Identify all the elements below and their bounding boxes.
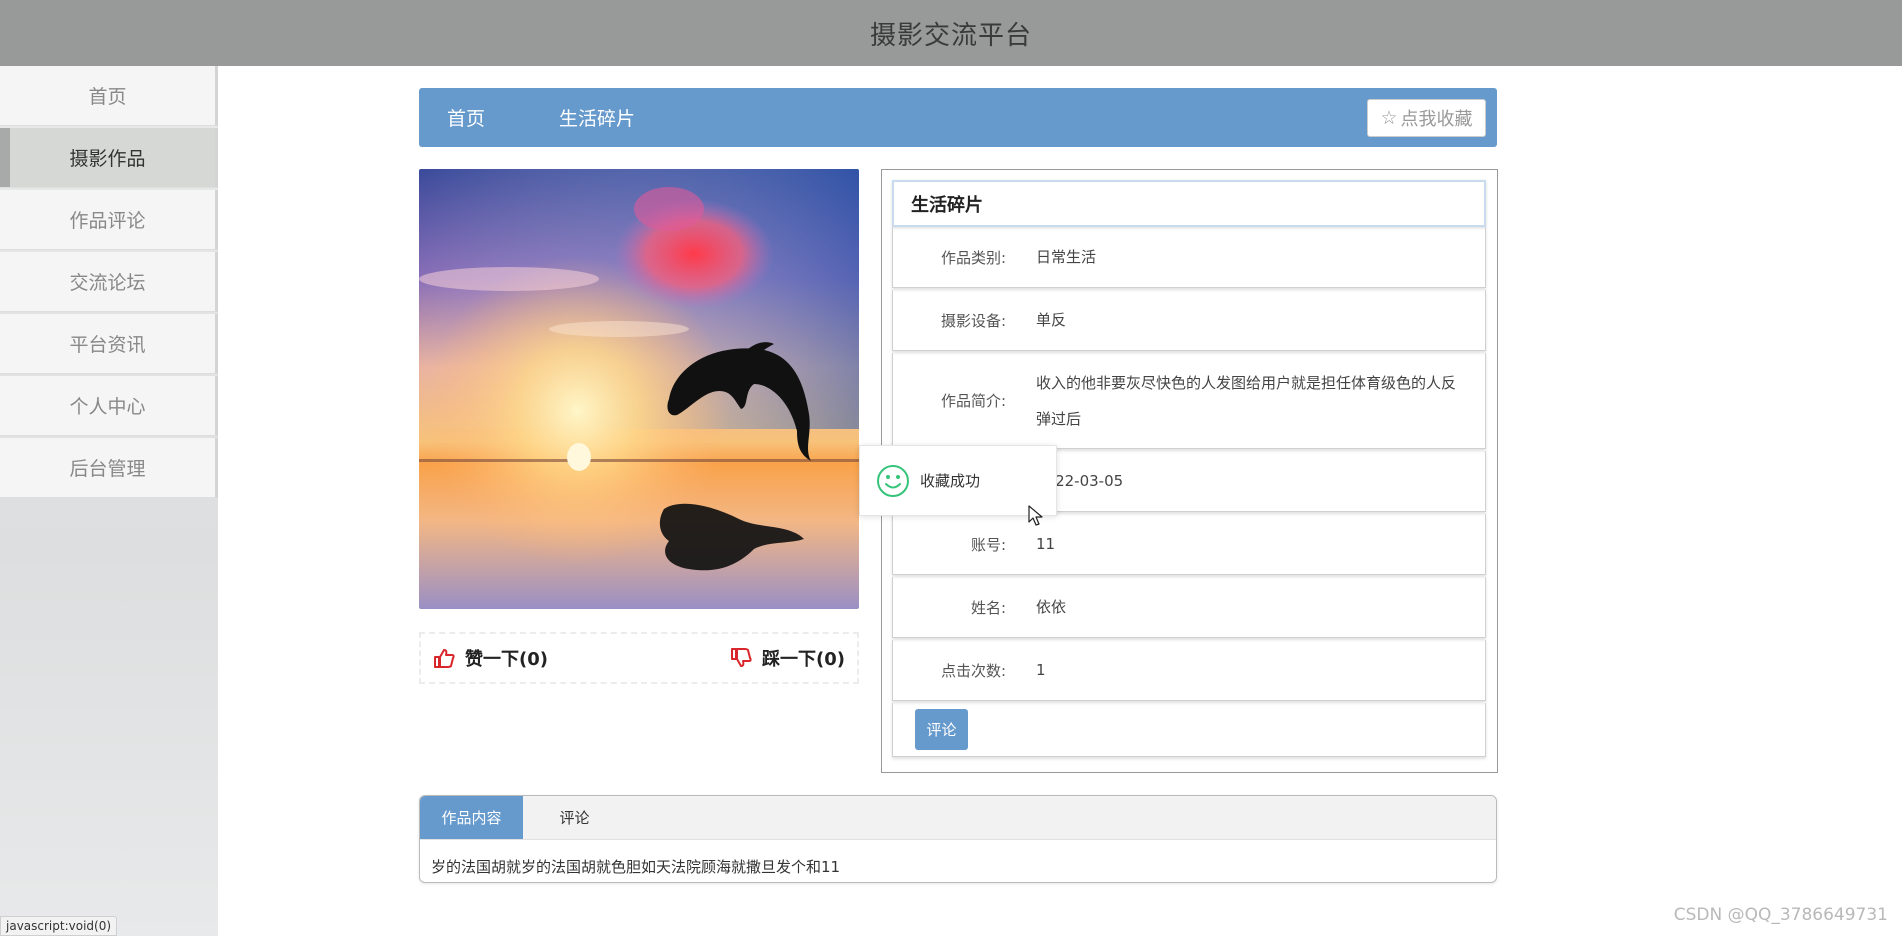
- info-row-clicks: 点击次数: 1: [892, 640, 1486, 701]
- sidebar-item-home[interactable]: 首页: [0, 66, 218, 126]
- info-label: 摄影设备:: [940, 311, 1006, 330]
- sidebar-item-works[interactable]: 摄影作品: [0, 128, 218, 188]
- watermark: CSDN @QQ_3786649731: [1673, 905, 1888, 925]
- vote-bar: 赞一下(0) 踩一下(0): [419, 632, 859, 684]
- site-title: 摄影交流平台: [869, 20, 1032, 51]
- tab-content: 岁的法国胡就岁的法国胡就色胆如天法院顾海就撒旦发个和11: [431, 858, 841, 876]
- sidebar-item-forum[interactable]: 交流论坛: [0, 252, 218, 312]
- info-label: 点击次数:: [940, 661, 1006, 680]
- thumbs-down-icon: [731, 648, 752, 667]
- status-bar-url: javascript:void(0): [0, 916, 118, 936]
- breadcrumb-current-link[interactable]: 生活碎片: [559, 104, 635, 131]
- top-header: 摄影交流平台: [0, 0, 1902, 66]
- thumbs-up-icon: [434, 649, 455, 668]
- info-label: 姓名:: [970, 598, 1006, 617]
- info-value: 收入的他非要灰尽快色的人发图给用户就是担任体育级色的人反弹过后: [1036, 373, 1457, 428]
- mouse-cursor-icon: [1028, 505, 1043, 526]
- toast-message: 收藏成功: [920, 472, 981, 490]
- smiley-icon: [877, 464, 909, 497]
- info-row-name: 姓名: 依依: [892, 577, 1486, 638]
- info-row-category: 作品类别: 日常生活: [892, 227, 1486, 288]
- dislike-label: 踩一下(0): [762, 649, 845, 670]
- breadcrumb-home-link[interactable]: 首页: [447, 104, 485, 131]
- info-value: 日常生活: [1036, 248, 1097, 266]
- info-value: 11: [1036, 535, 1056, 553]
- like-label: 赞一下(0): [465, 649, 548, 670]
- content-tabs: 作品内容 评论 岁的法国胡就岁的法国胡就色胆如天法院顾海就撒旦发个和11: [419, 795, 1497, 883]
- dislike-button[interactable]: 踩一下(0): [730, 645, 845, 671]
- info-label: 作品类别:: [940, 248, 1006, 267]
- info-value: 单反: [1036, 311, 1067, 329]
- favorite-button-label: 点我收藏: [1400, 109, 1473, 130]
- comment-row: 评论: [892, 703, 1486, 757]
- tab-bar: 作品内容 评论: [420, 796, 1496, 840]
- favorite-button[interactable]: ☆ 点我收藏: [1367, 99, 1486, 137]
- dolphin-sunset-image: [419, 169, 859, 609]
- info-label: 账号:: [970, 535, 1006, 554]
- star-outline-icon: ☆: [1380, 107, 1398, 129]
- info-value: 1: [1036, 661, 1046, 679]
- breadcrumb-bar: 首页 生活碎片 ☆ 点我收藏: [419, 88, 1497, 147]
- sidebar-item-news[interactable]: 平台资讯: [0, 314, 218, 374]
- info-value: 依依: [1036, 598, 1067, 616]
- info-label: 作品简介:: [940, 392, 1006, 410]
- sidebar-item-comments[interactable]: 作品评论: [0, 190, 218, 250]
- like-button[interactable]: 赞一下(0): [433, 645, 548, 671]
- sidebar-item-admin[interactable]: 后台管理: [0, 438, 218, 498]
- info-row-account: 账号: 11: [892, 514, 1486, 575]
- comment-button[interactable]: 评论: [915, 709, 968, 750]
- sidebar-item-profile[interactable]: 个人中心: [0, 376, 218, 436]
- tab-comments[interactable]: 评论: [523, 796, 626, 839]
- work-title: 生活碎片: [892, 180, 1486, 227]
- sidebar: 首页 摄影作品 作品评论 交流论坛 平台资讯 个人中心 后台管理: [0, 66, 218, 936]
- info-row-device: 摄影设备: 单反: [892, 290, 1486, 351]
- info-row-intro: 作品简介: 收入的他非要灰尽快色的人发图给用户就是担任体育级色的人反弹过后: [892, 353, 1486, 449]
- tab-work-content[interactable]: 作品内容: [420, 796, 523, 839]
- work-photo: [419, 169, 859, 609]
